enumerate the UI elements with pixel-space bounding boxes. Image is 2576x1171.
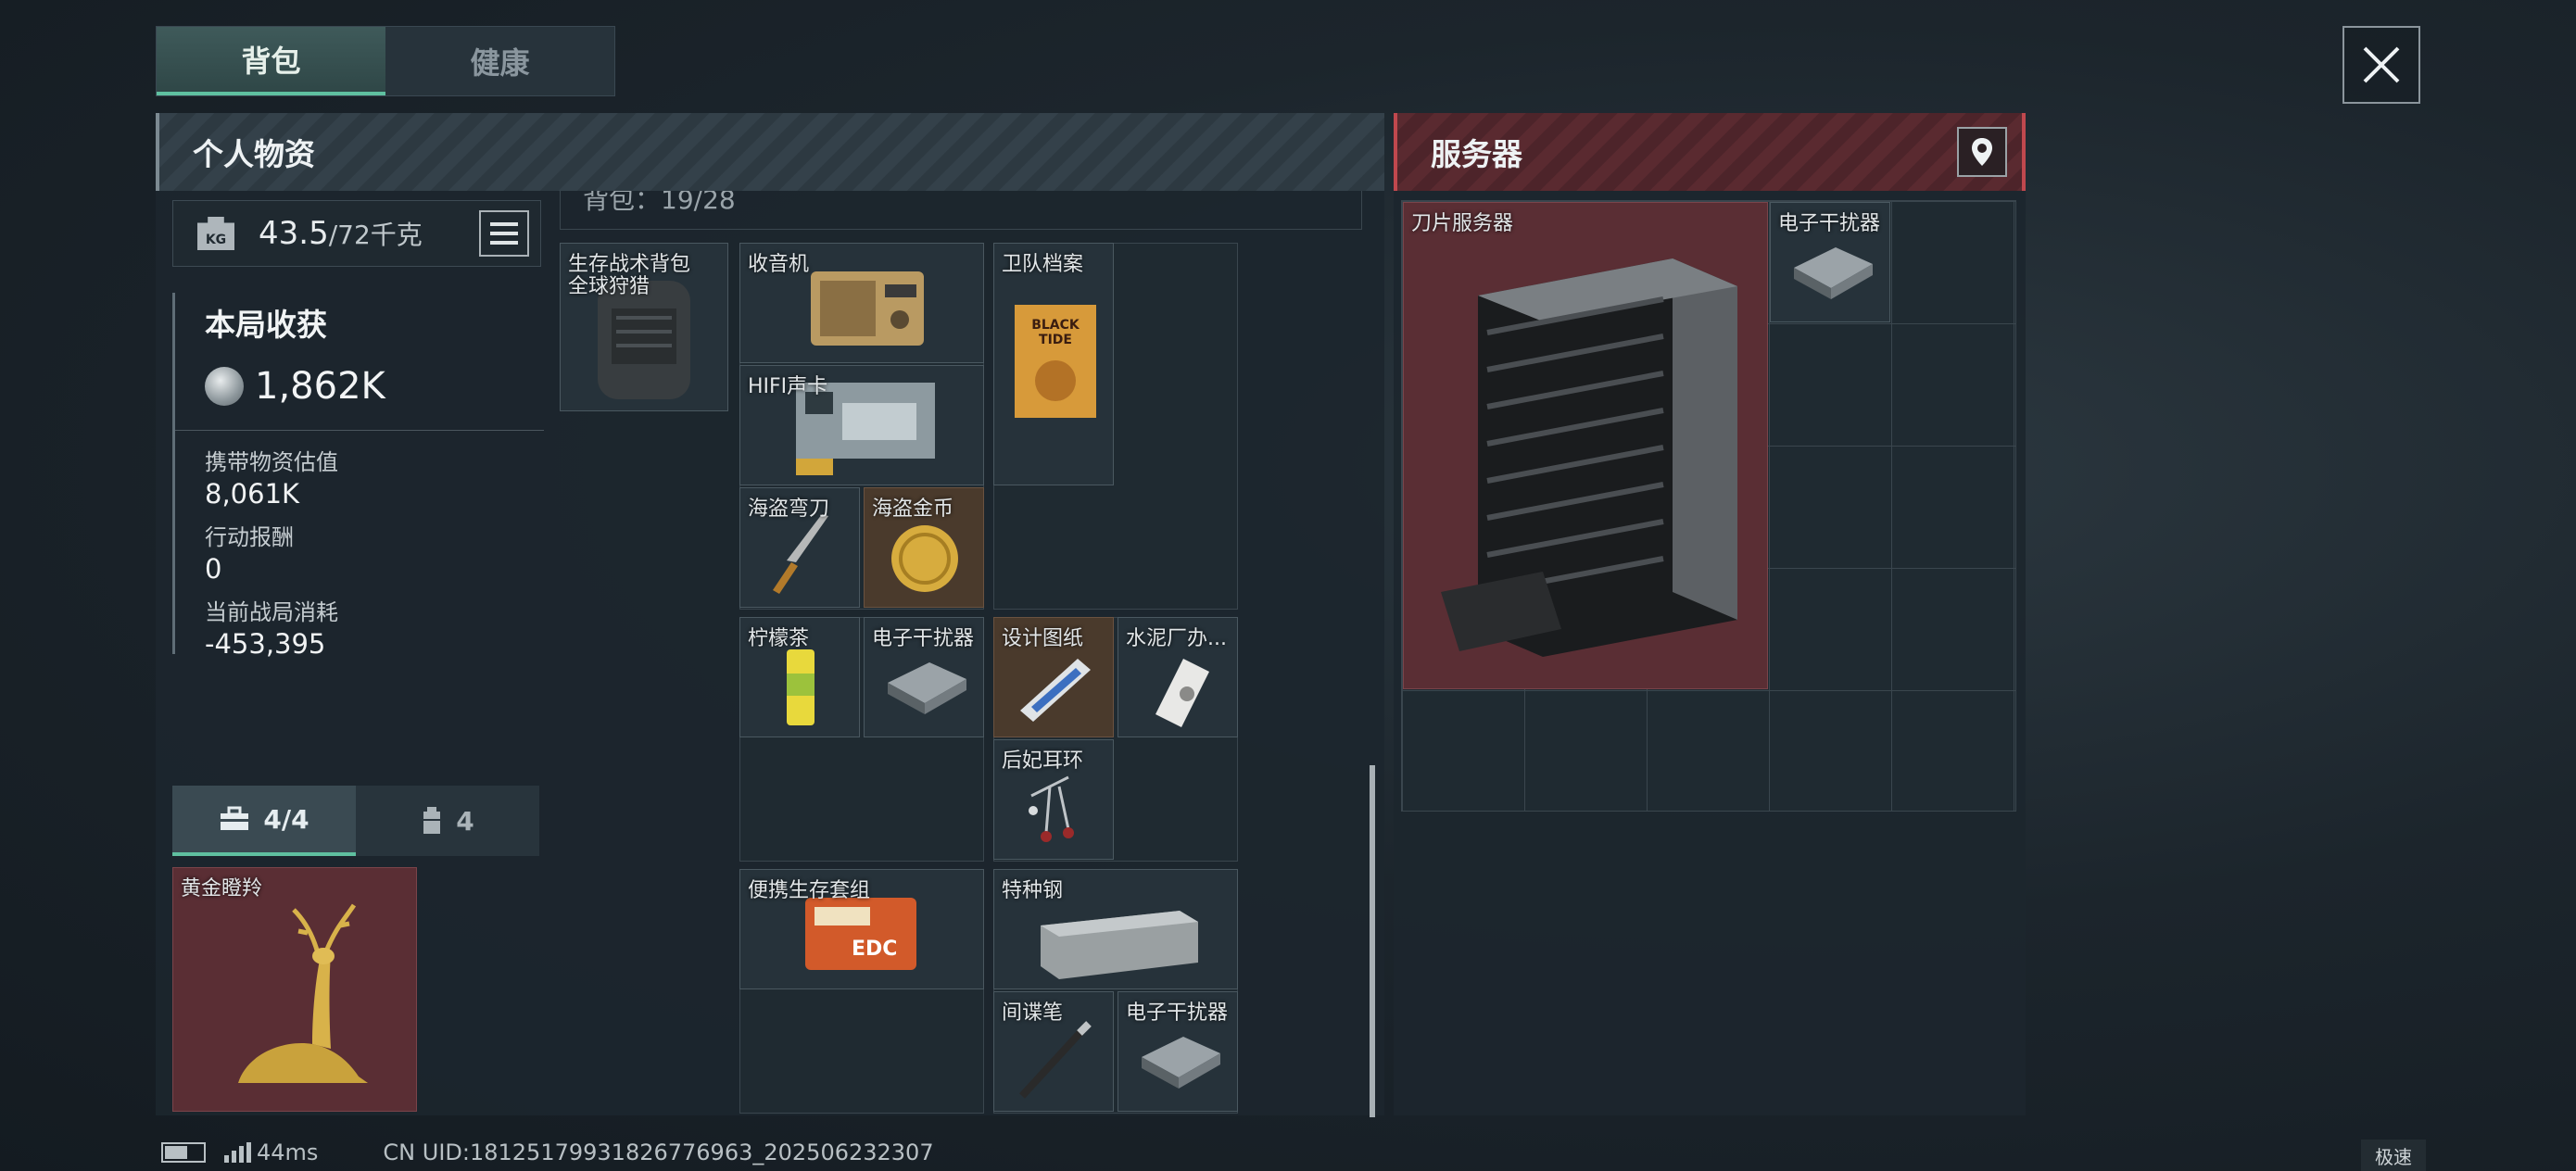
item-survival-kit[interactable]: 便携生存套组 EDC: [739, 869, 984, 989]
close-button[interactable]: [2342, 26, 2420, 104]
tab-backpack[interactable]: 背包: [157, 27, 385, 95]
reward-value: 0: [205, 553, 222, 585]
item-lemon-tea[interactable]: 柠檬茶: [739, 617, 860, 737]
item-guard-file[interactable]: 卫队档案 BLACK TIDE: [993, 243, 1114, 485]
slot-tabs: 4/4 4: [172, 786, 539, 856]
tab-health[interactable]: 健康: [385, 27, 614, 95]
divider: [175, 430, 544, 431]
personal-supplies-header: 个人物资: [156, 113, 1384, 191]
server-header: 服务器: [1394, 113, 2026, 191]
locate-button[interactable]: [1957, 127, 2007, 177]
signal-icon: [224, 1142, 251, 1163]
slot-tab-safebox[interactable]: 4/4: [172, 786, 356, 856]
round-stats: 本局收获 1,862K 携带物资估值 8,061K 行动报酬 0 当前战局消耗 …: [172, 293, 544, 660]
toolbox-icon: [221, 806, 249, 830]
reward-label: 行动报酬: [205, 524, 294, 550]
scrollbar[interactable]: [1370, 765, 1375, 1117]
status-bar: 44ms CN UID:18125179931826776963_2025062…: [161, 1140, 934, 1165]
item-backpack[interactable]: 生存战术背包 全球狩猎: [560, 243, 728, 411]
main-tabs: 背包 健康: [156, 26, 615, 96]
item-golden-deer[interactable]: 黄金瞪羚: [172, 867, 417, 1112]
item-hifi-card[interactable]: HIFI声卡: [739, 365, 984, 485]
item-spy-pen[interactable]: 间谍笔: [993, 991, 1114, 1112]
item-special-steel[interactable]: 特种钢: [993, 869, 1238, 989]
stats-title: 本局收获: [205, 307, 327, 343]
item-cement-office[interactable]: 水泥厂办...: [1118, 617, 1238, 737]
item-jammer-3[interactable]: 电子干扰器: [1770, 202, 1890, 322]
weight-max: /72千克: [328, 220, 423, 250]
backpack-capacity: 背包：19/28: [560, 191, 1362, 230]
item-radio[interactable]: 收音机: [739, 243, 984, 363]
canister-icon: [423, 807, 441, 834]
weight-icon: KG: [197, 217, 234, 250]
weight-current: 43.5/72千克: [259, 215, 423, 252]
server-rack-icon: [1441, 258, 1737, 657]
item-jammer-1[interactable]: 电子干扰器: [864, 617, 984, 737]
carried-value: 8,061K: [205, 478, 300, 510]
weight-box: KG 43.5/72千克: [172, 200, 541, 267]
speed-badge: 极速: [2361, 1140, 2426, 1171]
ping-value: 44ms: [257, 1140, 319, 1165]
item-blade-server[interactable]: 刀片服务器: [1403, 202, 1768, 689]
uid-text: CN UID:18125179931826776963_202506232307: [383, 1140, 934, 1165]
black-tide-book: BLACK TIDE: [1015, 305, 1096, 418]
coin-icon: [205, 367, 244, 406]
item-pirate-knife[interactable]: 海盗弯刀: [739, 487, 860, 608]
item-jammer-2[interactable]: 电子干扰器: [1118, 991, 1238, 1112]
item-pirate-coin[interactable]: 海盗金币: [864, 487, 984, 608]
carried-label: 携带物资估值: [205, 449, 338, 475]
cost-value: -453,395: [205, 628, 326, 660]
cost-label: 当前战局消耗: [205, 599, 338, 625]
battery-icon: [161, 1142, 206, 1163]
slot-tab-container[interactable]: 4: [356, 786, 539, 856]
location-pin-icon: [1972, 138, 1992, 166]
item-earring[interactable]: 后妃耳环: [993, 739, 1114, 860]
list-view-button[interactable]: [479, 210, 529, 257]
item-blueprint[interactable]: 设计图纸: [993, 617, 1114, 737]
server-title: 服务器: [1431, 136, 1522, 172]
close-icon: [2363, 46, 2400, 83]
harvest-value: 1,862K: [255, 365, 385, 408]
svg-text:EDC: EDC: [852, 938, 897, 961]
golden-deer-icon: [238, 903, 368, 1083]
